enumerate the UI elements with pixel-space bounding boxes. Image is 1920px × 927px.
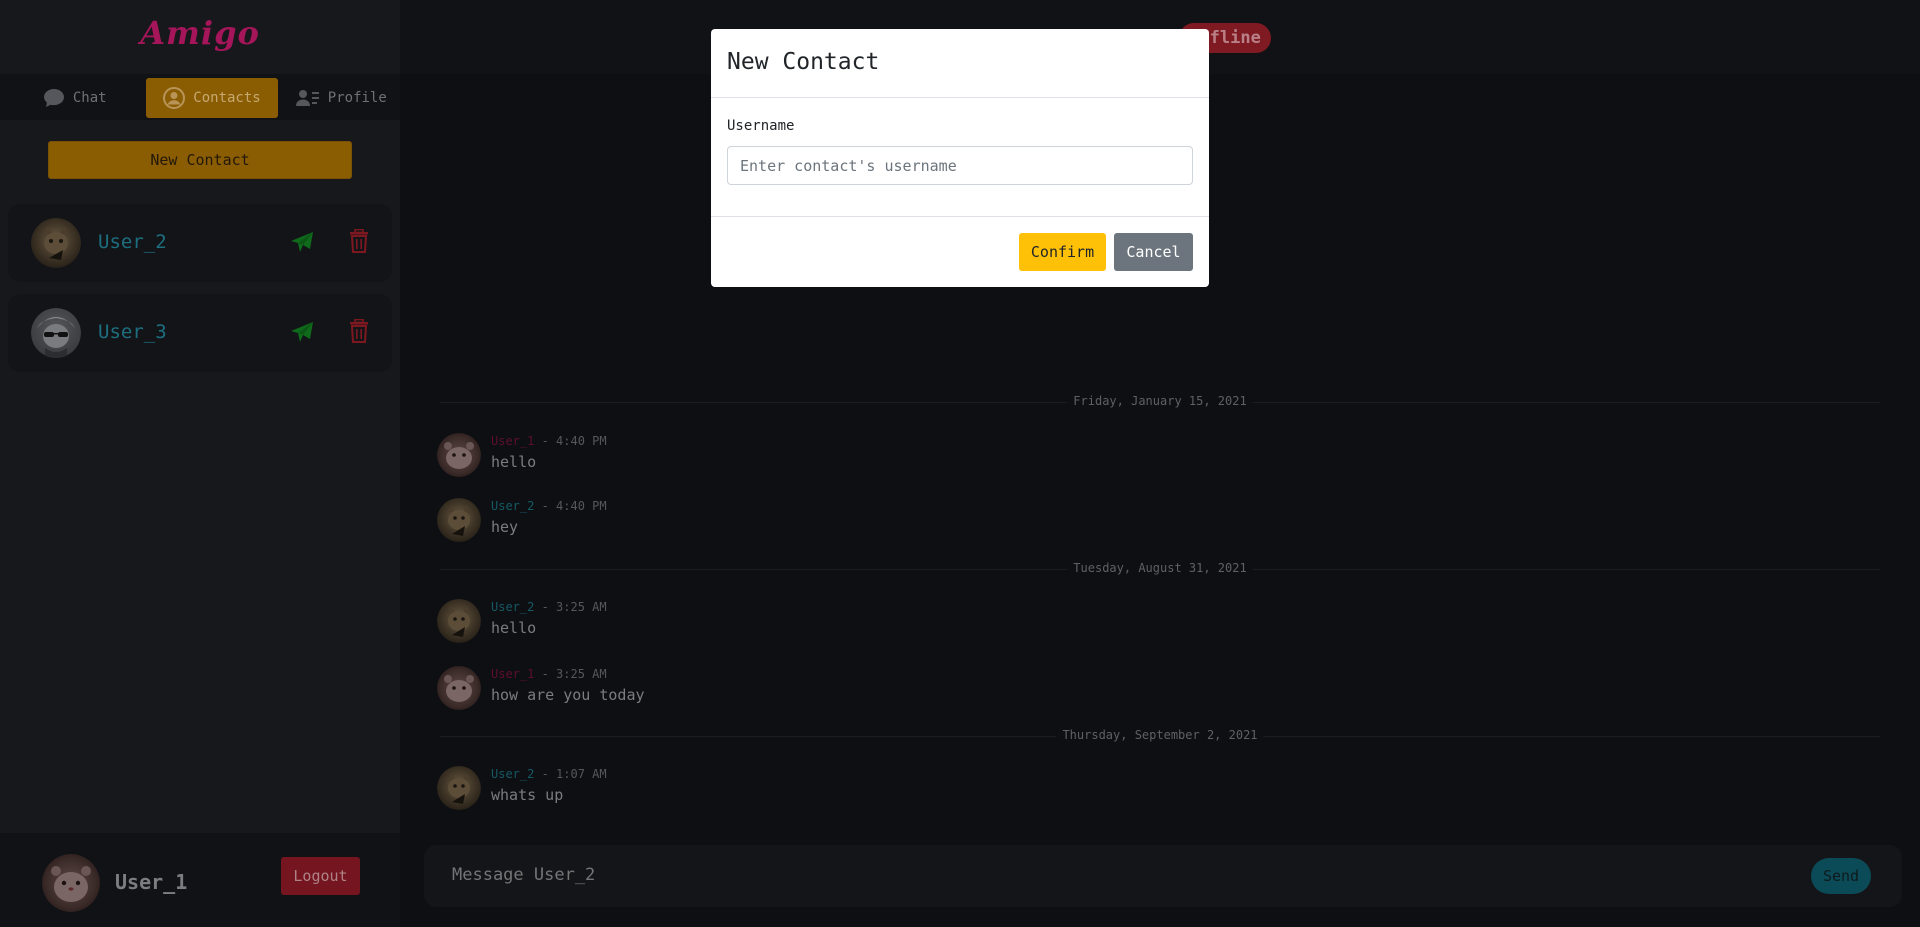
message-avatar xyxy=(437,766,481,810)
contact-item[interactable]: User_3 xyxy=(8,294,392,372)
tab-contacts-label: Contacts xyxy=(193,90,261,106)
new-contact-button[interactable]: New Contact xyxy=(48,141,352,179)
message-time: - 4:40 PM xyxy=(534,499,607,513)
confirm-button[interactable]: Confirm xyxy=(1019,233,1106,271)
message-meta: User_2 - 4:40 PM xyxy=(491,499,607,513)
modal-title: New Contact xyxy=(727,49,880,75)
message-time: - 3:25 AM xyxy=(534,667,607,681)
current-user-bar: User_1 Logout xyxy=(0,833,400,927)
contact-name: User_2 xyxy=(98,231,167,253)
date-label: Thursday, September 2, 2021 xyxy=(1056,728,1264,742)
cancel-button[interactable]: Cancel xyxy=(1114,233,1193,271)
tab-contacts[interactable]: Contacts xyxy=(146,78,278,118)
message-avatar xyxy=(437,599,481,643)
message-author[interactable]: User_1 xyxy=(491,434,534,448)
username-label: Username xyxy=(727,118,795,134)
send-button[interactable]: Send xyxy=(1811,858,1871,894)
app-logo: Amigo xyxy=(140,14,260,52)
message-text: hello xyxy=(491,453,537,471)
message-time: - 3:25 AM xyxy=(534,600,607,614)
message-avatar xyxy=(437,666,481,710)
sidebar-nav: Chat Contacts Profile xyxy=(0,74,400,120)
current-user-name: User_1 xyxy=(115,870,188,894)
date-label: Tuesday, August 31, 2021 xyxy=(1067,561,1253,575)
message-avatar xyxy=(437,498,481,542)
message-text: hello xyxy=(491,619,537,637)
tab-chat[interactable]: Chat xyxy=(16,78,133,118)
modal-divider xyxy=(711,216,1209,217)
user-list-icon xyxy=(295,89,320,107)
message-input[interactable] xyxy=(452,865,1752,885)
message-author[interactable]: User_2 xyxy=(491,499,534,513)
message-time: - 1:07 AM xyxy=(534,767,607,781)
message-text: whats up xyxy=(491,786,564,804)
message-avatar xyxy=(437,433,481,477)
contact-avatar xyxy=(31,218,81,268)
tab-chat-label: Chat xyxy=(72,90,107,106)
contact-avatar xyxy=(31,308,81,358)
user-avatar xyxy=(42,854,100,912)
message-text: hey xyxy=(491,518,519,536)
modal-divider xyxy=(711,97,1209,98)
message-author[interactable]: User_2 xyxy=(491,600,534,614)
message-time: - 4:40 PM xyxy=(534,434,607,448)
message-composer: Send xyxy=(424,845,1902,907)
send-message-icon[interactable] xyxy=(290,231,314,257)
message-author[interactable]: User_2 xyxy=(491,767,534,781)
tab-profile-label: Profile xyxy=(327,90,387,106)
username-input[interactable] xyxy=(727,146,1193,185)
send-message-icon[interactable] xyxy=(290,321,314,347)
contact-item[interactable]: User_2 xyxy=(8,204,392,282)
message-meta: User_1 - 4:40 PM xyxy=(491,434,607,448)
logo-bar: Amigo xyxy=(0,0,400,74)
trash-icon[interactable] xyxy=(349,228,369,257)
new-contact-modal: New Contact Username Confirm Cancel xyxy=(711,29,1209,287)
tab-profile[interactable]: Profile xyxy=(283,78,400,118)
contact-name: User_3 xyxy=(98,321,167,343)
message-author[interactable]: User_1 xyxy=(491,667,534,681)
trash-icon[interactable] xyxy=(349,318,369,347)
date-label: Friday, January 15, 2021 xyxy=(1067,394,1253,408)
message-meta: User_2 - 3:25 AM xyxy=(491,600,607,614)
chat-bubble-icon xyxy=(43,88,65,108)
user-circle-icon xyxy=(163,87,186,109)
logout-button[interactable]: Logout xyxy=(281,857,360,895)
message-text: how are you today xyxy=(491,686,645,704)
message-meta: User_1 - 3:25 AM xyxy=(491,667,607,681)
message-meta: User_2 - 1:07 AM xyxy=(491,767,607,781)
sidebar: Amigo Chat Contacts Profile New Contact xyxy=(0,0,400,927)
